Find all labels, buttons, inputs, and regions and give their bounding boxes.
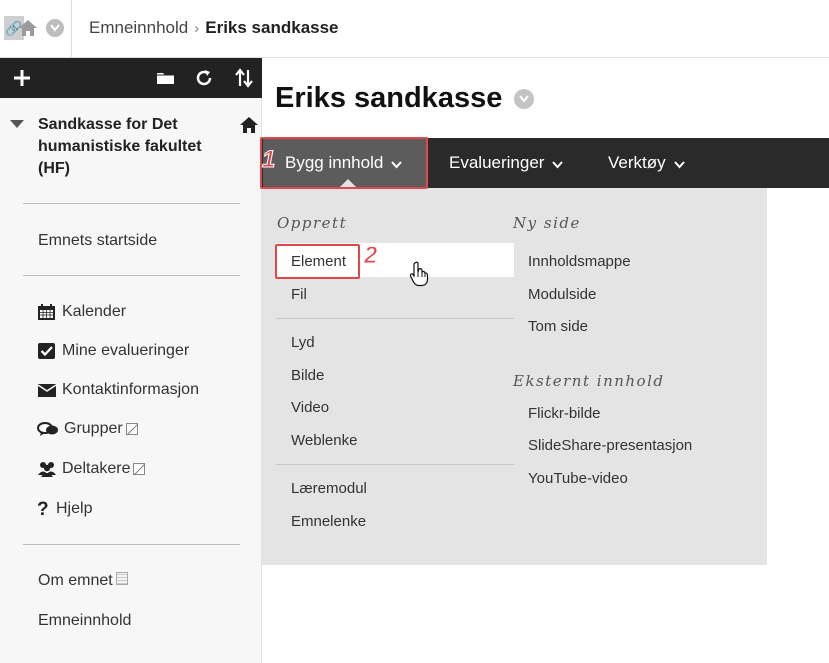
menu-item-slideshare[interactable]: SlideShare-presentasjon	[528, 436, 692, 456]
breadcrumb-parent[interactable]: Emneinnhold	[89, 18, 188, 37]
menu-item-content-folder[interactable]: Innholdsmappe	[528, 252, 631, 272]
tools-menu[interactable]: Verktøy	[608, 138, 685, 188]
chat-icon	[37, 420, 59, 438]
hand-pointer-icon	[409, 261, 429, 287]
new-page-heading: Ny side	[513, 214, 581, 232]
menu-item-audio[interactable]: Lyd	[291, 333, 315, 353]
external-content-heading: Eksternt innhold	[513, 372, 665, 390]
menu-item-course-link[interactable]: Emnelenke	[291, 512, 366, 532]
step-1-highlight	[260, 137, 428, 189]
step-1-number: 1	[261, 146, 276, 174]
chevron-down-icon[interactable]	[514, 89, 534, 109]
folder-icon[interactable]	[154, 66, 178, 90]
empty-content-icon	[115, 572, 128, 585]
sidebar-item-startpage[interactable]: Emnets startside	[38, 231, 157, 251]
sidebar-item-evaluations[interactable]: Mine evalueringer	[37, 341, 189, 361]
question-icon: ?	[37, 499, 49, 520]
top-icons: 🔗	[0, 0, 72, 58]
breadcrumb-current: Eriks sandkasse	[205, 18, 339, 37]
sidebar-item-about[interactable]: Om emnet	[38, 571, 128, 591]
menu-item-learning-module[interactable]: Læremodul	[291, 479, 367, 499]
collapse-caret-icon[interactable]	[10, 120, 24, 128]
menu-separator	[276, 464, 514, 465]
page-title: Eriks sandkasse	[275, 82, 503, 114]
plus-icon[interactable]	[10, 66, 34, 90]
sidebar-item-label: Grupper	[64, 420, 123, 437]
menu-item-video[interactable]: Video	[291, 398, 329, 418]
sidebar-item-label: Om emnet	[38, 572, 113, 589]
users-icon	[37, 460, 57, 478]
sidebar-item-help[interactable]: ? Hjelp	[37, 499, 93, 520]
checkbox-icon	[37, 342, 57, 360]
chevron-down-icon	[552, 139, 564, 189]
sidebar-item-label: Mine evalueringer	[62, 342, 190, 359]
chevron-down-icon	[673, 139, 685, 189]
hidden-from-students-icon	[133, 463, 146, 475]
home-icon[interactable]	[18, 18, 38, 38]
calendar-icon	[37, 303, 57, 321]
sidebar-item-label: Kontaktinformasjon	[62, 381, 199, 398]
divider	[23, 544, 240, 545]
menu-item-flickr[interactable]: Flickr-bilde	[528, 404, 601, 424]
course-title[interactable]: Sandkasse for Det humanistiske fakultet …	[38, 114, 223, 180]
sidebar-item-label: Deltakere	[62, 460, 131, 477]
divider	[23, 203, 240, 204]
menu-item-module-page[interactable]: Modulside	[528, 285, 596, 305]
breadcrumb-separator: ›	[194, 20, 200, 37]
top-bar: 🔗 Emneinnhold › Eriks sandkasse	[0, 0, 829, 58]
sidebar-item-groups[interactable]: Grupper	[37, 419, 138, 439]
home-icon[interactable]	[239, 116, 259, 134]
course-sidebar: Sandkasse for Det humanistiske fakultet …	[0, 58, 262, 663]
hidden-from-students-icon	[125, 423, 138, 435]
envelope-icon	[37, 381, 57, 399]
tools-label: Verktøy	[608, 153, 666, 172]
create-heading: Opprett	[277, 214, 348, 232]
breadcrumb: Emneinnhold › Eriks sandkasse	[89, 18, 339, 38]
menu-separator	[276, 318, 514, 319]
menu-item-image[interactable]: Bilde	[291, 366, 324, 386]
sidebar-item-calendar[interactable]: Kalender	[37, 302, 126, 322]
evaluations-label: Evalueringer	[449, 153, 545, 172]
sidebar-item-participants[interactable]: Deltakere	[37, 459, 146, 479]
divider	[23, 275, 240, 276]
menu-item-weblink[interactable]: Weblenke	[291, 431, 357, 451]
step-2-number: 2	[363, 242, 378, 270]
sidebar-item-contact[interactable]: Kontaktinformasjon	[37, 380, 199, 400]
sidebar-item-label: Kalender	[62, 303, 127, 320]
sidebar-item-course-content[interactable]: Emneinnhold	[38, 611, 131, 631]
refresh-icon[interactable]	[192, 66, 216, 90]
sidebar-item-label: Hjelp	[56, 500, 93, 517]
menu-item-file[interactable]: Fil	[291, 285, 307, 305]
menu-item-youtube[interactable]: YouTube-video	[528, 469, 628, 489]
menu-item-blank-page[interactable]: Tom side	[528, 317, 588, 337]
evaluations-menu[interactable]: Evalueringer	[449, 138, 564, 189]
sort-arrows-icon[interactable]	[232, 66, 256, 90]
chevron-down-icon[interactable]	[46, 19, 64, 37]
sidebar-toolbar	[0, 58, 262, 98]
step-2-highlight	[275, 244, 360, 279]
